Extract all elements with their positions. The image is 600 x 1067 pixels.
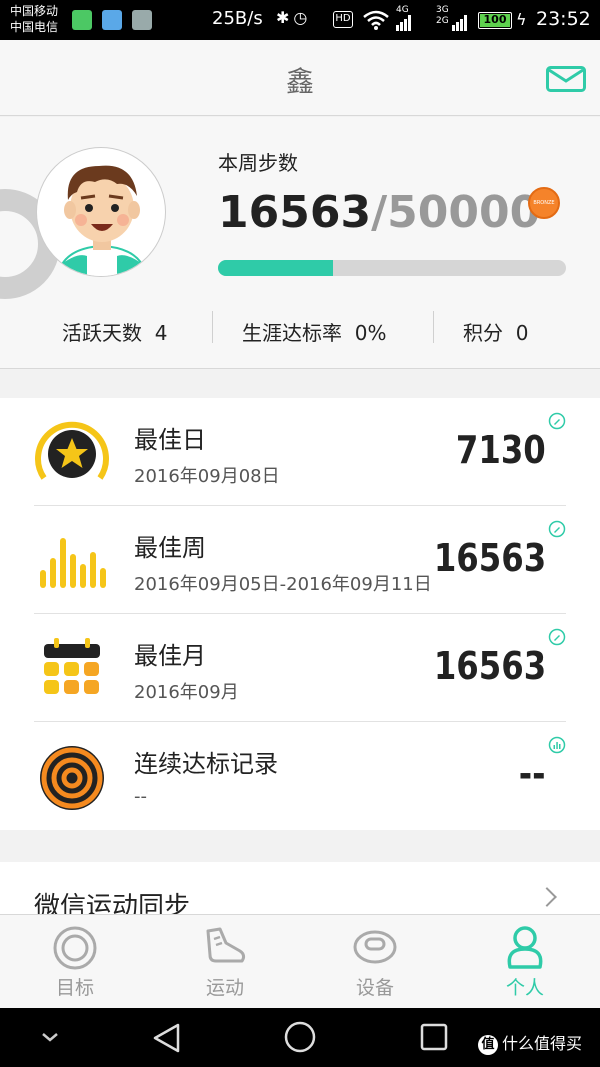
tab-label: 目标: [55, 977, 94, 999]
recents-icon[interactable]: [420, 1023, 448, 1051]
record-date: 2016年09月08日: [134, 466, 280, 487]
record-value: 7130: [456, 428, 546, 472]
record-value: --: [519, 752, 546, 796]
person-icon: [507, 926, 543, 969]
status-bar: 中国移动 中国电信 25B/s ✱◷ HD 4G 3G 2G 100 ϟ 23:…: [0, 0, 600, 40]
steps-label: 本周步数: [218, 151, 298, 175]
bluetooth-alarm-icons: ✱◷: [276, 8, 311, 27]
target-tab-icon: [53, 926, 97, 970]
hd-icon: HD: [333, 11, 353, 28]
watermark-text: 什么值得买: [502, 1034, 583, 1053]
bluetooth-icon: ✱: [276, 8, 294, 27]
mail-icon[interactable]: [546, 66, 586, 92]
record-title: 最佳日: [134, 426, 206, 454]
carrier-1: 中国移动: [10, 4, 59, 18]
band-icon: [353, 930, 397, 964]
record-best-day[interactable]: 最佳日 2016年09月08日 7130: [34, 398, 566, 506]
record-value: 16563: [433, 644, 546, 688]
record-date: --: [134, 786, 147, 807]
tab-label: 设备: [355, 977, 394, 999]
divider: [212, 311, 213, 343]
bar-chart-icon: [40, 538, 106, 588]
star-medal-icon: [35, 421, 109, 480]
steps-progress-fill: [218, 260, 333, 276]
edit-icon[interactable]: [548, 628, 566, 646]
stats-icon[interactable]: [548, 736, 566, 754]
record-best-month[interactable]: 最佳月 2016年09月 16563: [34, 614, 566, 722]
bronze-badge-icon[interactable]: BRONZE: [528, 187, 560, 219]
record-title: 最佳月: [134, 642, 206, 670]
avatar[interactable]: [36, 147, 166, 277]
app-notification-icon: [72, 10, 92, 30]
records-list: 最佳日 2016年09月08日 7130 最佳周 2016年09月05日-201…: [0, 398, 600, 830]
stat-value: 0: [515, 321, 529, 345]
profile-card: 本周步数 16563/50000 BRONZE 活跃天数 4 生涯达标率 0% …: [0, 117, 600, 369]
wifi-icon: [363, 10, 389, 30]
steps-current: 16563: [218, 187, 372, 238]
tab-profile[interactable]: 个人: [450, 915, 600, 1009]
stat-value: 0%: [354, 321, 387, 345]
wechat-sync-label: 微信运动同步: [34, 892, 191, 914]
home-icon[interactable]: [284, 1021, 316, 1053]
calendar-icon: [44, 638, 100, 694]
stat-value: 4: [154, 321, 168, 345]
wechat-sync-row[interactable]: 微信运动同步: [0, 862, 600, 914]
gallery-notification-icon: [132, 10, 152, 30]
health-notification-icon: [102, 10, 122, 30]
record-title: 最佳周: [134, 534, 206, 562]
back-icon[interactable]: [152, 1022, 182, 1054]
record-title: 连续达标记录: [134, 750, 278, 778]
net-type-2: 3G 2G: [436, 5, 449, 27]
charging-icon: ϟ: [516, 10, 527, 29]
net-type-2b: 2G: [436, 16, 449, 26]
net-speed: 25B/s: [212, 8, 263, 29]
stat-goal-rate: 生涯达标率 0%: [242, 317, 386, 346]
record-date: 2016年09月05日-2016年09月11日: [134, 574, 432, 595]
app-header: 鑫: [0, 40, 600, 116]
stat-active-days: 活跃天数 4: [62, 317, 167, 346]
stat-label: 生涯达标率: [242, 321, 342, 345]
stat-label: 活跃天数: [62, 321, 142, 345]
tab-label: 个人: [505, 977, 544, 999]
tab-device[interactable]: 设备: [300, 915, 450, 1009]
net-type-2a: 3G: [436, 5, 449, 15]
tab-sport[interactable]: 运动: [150, 915, 300, 1009]
divider: [433, 311, 434, 343]
tab-bar: 目标 运动 设备 个人: [0, 914, 600, 1008]
stat-label: 积分: [463, 321, 503, 345]
tab-label: 运动: [205, 977, 244, 999]
collapse-icon[interactable]: [40, 1030, 60, 1044]
cartoon-boy-avatar-icon: [56, 165, 148, 276]
steps-value: 16563/50000: [218, 187, 540, 238]
signal-2-icon: [452, 12, 468, 31]
target-icon: [40, 746, 104, 810]
clock: 23:52: [536, 8, 591, 30]
carrier-info: 中国移动 中国电信: [10, 3, 58, 35]
steps-separator: /: [371, 187, 388, 238]
chevron-right-icon: [537, 887, 557, 907]
signal-1-icon: [396, 12, 412, 31]
record-streak[interactable]: 连续达标记录 -- --: [34, 722, 566, 830]
alarm-icon: ◷: [293, 8, 312, 27]
record-date: 2016年09月: [134, 682, 239, 703]
steps-progress-bar: [218, 260, 566, 276]
shoe-icon: [206, 927, 246, 963]
tab-goal[interactable]: 目标: [0, 915, 150, 1009]
battery-level: 100: [480, 14, 510, 27]
edit-icon[interactable]: [548, 520, 566, 538]
steps-goal: 50000: [387, 187, 541, 238]
watermark-logo: 值: [478, 1034, 498, 1055]
record-value: 16563: [433, 536, 546, 580]
watermark: 值什么值得买: [478, 1030, 582, 1055]
stat-points: 积分 0: [463, 317, 528, 346]
record-best-week[interactable]: 最佳周 2016年09月05日-2016年09月11日 16563: [34, 506, 566, 614]
edit-icon[interactable]: [548, 412, 566, 430]
battery-icon: 100: [478, 12, 512, 29]
carrier-2: 中国电信: [10, 20, 59, 34]
page-title: 鑫: [285, 65, 314, 98]
